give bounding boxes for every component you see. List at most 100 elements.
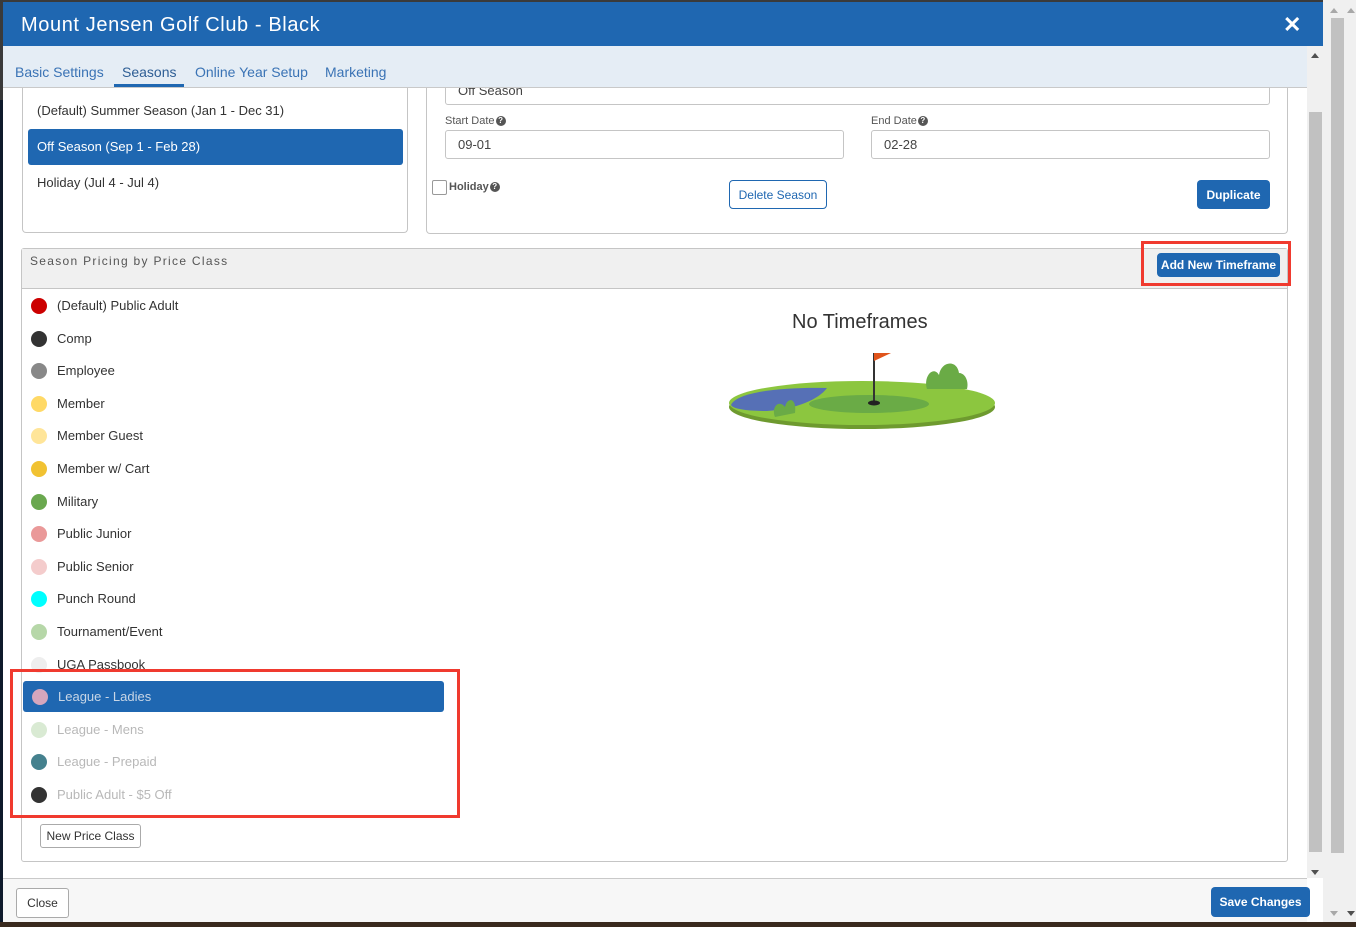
modal-header: Mount Jensen Golf Club - Black ✕: [3, 2, 1323, 46]
price-class-item[interactable]: Public Senior: [22, 551, 445, 582]
modal-footer: Close Save Changes: [3, 878, 1310, 922]
season-item[interactable]: Holiday (Jul 4 - Jul 4): [28, 165, 403, 201]
price-class-item[interactable]: Comp: [22, 323, 445, 354]
price-class-label: Employee: [57, 363, 115, 379]
price-class-item[interactable]: Military: [22, 486, 445, 517]
holiday-label: Holiday?: [449, 181, 500, 193]
price-class-item[interactable]: Member w/ Cart: [22, 453, 445, 484]
price-class-item[interactable]: Member Guest: [22, 420, 445, 451]
price-class-color-dot: [31, 787, 47, 803]
tab-online-year-setup[interactable]: Online Year Setup: [195, 64, 308, 80]
price-class-label: League - Ladies: [58, 689, 152, 705]
background-window-edge-bottom: [0, 922, 1356, 927]
price-class-item[interactable]: Public Adult - $5 Off: [22, 779, 445, 810]
season-item[interactable]: (Default) Summer Season (Jan 1 - Dec 31): [28, 93, 403, 129]
end-date-label-text: End Date: [871, 115, 917, 127]
scroll-down-icon[interactable]: [1347, 911, 1355, 916]
season-list: (Default) Summer Season (Jan 1 - Dec 31)…: [22, 88, 408, 233]
price-class-label: UGA Passbook: [57, 656, 146, 672]
start-date-label-text: Start Date: [445, 115, 495, 127]
flag-icon: [874, 353, 891, 361]
holiday-label-text: Holiday: [449, 181, 489, 193]
price-class-color-dot: [31, 624, 47, 640]
price-class-label: Public Adult - $5 Off: [57, 787, 172, 802]
add-new-timeframe-button[interactable]: Add New Timeframe: [1157, 253, 1280, 277]
tab-basic-settings[interactable]: Basic Settings: [15, 64, 104, 80]
modal-scrollbar[interactable]: [1307, 46, 1323, 878]
bush-right: [926, 363, 968, 389]
price-class-color-dot: [31, 754, 47, 771]
modal-body: (Default) Summer Season (Jan 1 - Dec 31)…: [3, 88, 1307, 878]
close-icon[interactable]: ✕: [1283, 12, 1301, 38]
price-class-color-dot: [31, 558, 47, 575]
price-class-label: Public Senior: [57, 558, 134, 574]
price-class-color-dot: [31, 493, 47, 510]
modal-title: Mount Jensen Golf Club - Black: [21, 14, 321, 36]
price-class-item[interactable]: Punch Round: [22, 583, 445, 614]
price-class-item[interactable]: UGA Passbook: [22, 649, 445, 680]
modal-scrollbar-thumb[interactable]: [1309, 112, 1322, 852]
price-class-label: League - Mens: [57, 721, 144, 737]
price-class-label: Punch Round: [57, 591, 136, 607]
price-class-color-dot: [31, 363, 47, 380]
price-class-label: Public Junior: [57, 526, 132, 542]
season-pricing-panel: Season Pricing by Price Class Add New Ti…: [21, 248, 1288, 862]
help-icon[interactable]: ?: [495, 116, 506, 127]
help-icon[interactable]: ?: [489, 182, 500, 193]
price-class-label: Military: [57, 493, 99, 509]
price-class-color-dot: [31, 330, 47, 347]
end-date-label: End Date?: [871, 115, 928, 127]
price-class-item[interactable]: Tournament/Event: [22, 616, 445, 647]
price-class-item[interactable]: (Default) Public Adult: [22, 290, 445, 321]
price-class-label: Member Guest: [57, 428, 143, 444]
golf-course-illustration: [729, 353, 995, 429]
golf-hole: [868, 400, 880, 406]
price-class-color-dot: [31, 656, 47, 673]
price-class-item[interactable]: League - Prepaid: [22, 746, 445, 777]
price-class-label: League - Prepaid: [57, 754, 157, 770]
save-changes-button[interactable]: Save Changes: [1211, 887, 1310, 917]
price-class-item[interactable]: Member: [22, 388, 445, 419]
price-class-item[interactable]: League - Mens: [22, 714, 445, 745]
page-scrollbar[interactable]: [1323, 0, 1356, 922]
tab-marketing[interactable]: Marketing: [325, 64, 386, 80]
scroll-up-icon[interactable]: [1311, 53, 1319, 58]
start-date-label: Start Date?: [445, 115, 506, 127]
empty-state-message: No Timeframes: [792, 311, 928, 333]
price-class-color-dot: [31, 721, 47, 738]
scroll-up-icon[interactable]: [1330, 8, 1338, 13]
page-scrollbar-thumb[interactable]: [1331, 18, 1344, 853]
holiday-checkbox[interactable]: [432, 180, 447, 195]
tab-bar: Basic Settings Seasons Online Year Setup…: [3, 46, 1307, 88]
help-icon[interactable]: ?: [917, 116, 928, 127]
delete-season-button[interactable]: Delete Season: [729, 180, 827, 209]
close-button[interactable]: Close: [16, 888, 69, 918]
price-class-color-dot: [32, 689, 48, 706]
active-tab-indicator: [114, 84, 184, 87]
price-class-label: Comp: [57, 330, 92, 346]
end-date-input[interactable]: [871, 130, 1270, 159]
season-item-selected[interactable]: Off Season (Sep 1 - Feb 28): [28, 129, 403, 165]
scroll-down-icon[interactable]: [1330, 911, 1338, 916]
price-class-item[interactable]: Employee: [22, 355, 445, 386]
price-class-color-dot: [31, 591, 47, 608]
price-class-color-dot: [31, 395, 47, 412]
new-price-class-button[interactable]: New Price Class: [40, 824, 141, 848]
price-class-label: (Default) Public Adult: [57, 298, 179, 313]
price-class-color-dot: [31, 526, 47, 543]
season-name-input[interactable]: [445, 88, 1270, 105]
price-class-label: Member: [57, 395, 105, 411]
pricing-panel-title: Season Pricing by Price Class: [30, 254, 229, 268]
price-class-color-dot: [31, 428, 47, 445]
season-form: Start Date? End Date? Holiday? Delete Se…: [426, 88, 1288, 234]
scroll-up-icon[interactable]: [1347, 8, 1355, 13]
price-class-item[interactable]: Public Junior: [22, 518, 445, 549]
scroll-down-icon[interactable]: [1311, 870, 1319, 875]
price-class-label: Tournament/Event: [57, 624, 163, 639]
start-date-input[interactable]: [445, 130, 844, 159]
course-settings-modal: Mount Jensen Golf Club - Black ✕ Basic S…: [3, 2, 1323, 922]
duplicate-button[interactable]: Duplicate: [1197, 180, 1270, 209]
price-class-item[interactable]: League - Ladies: [23, 681, 444, 713]
tab-seasons[interactable]: Seasons: [122, 64, 176, 80]
price-class-color-dot: [31, 461, 47, 477]
